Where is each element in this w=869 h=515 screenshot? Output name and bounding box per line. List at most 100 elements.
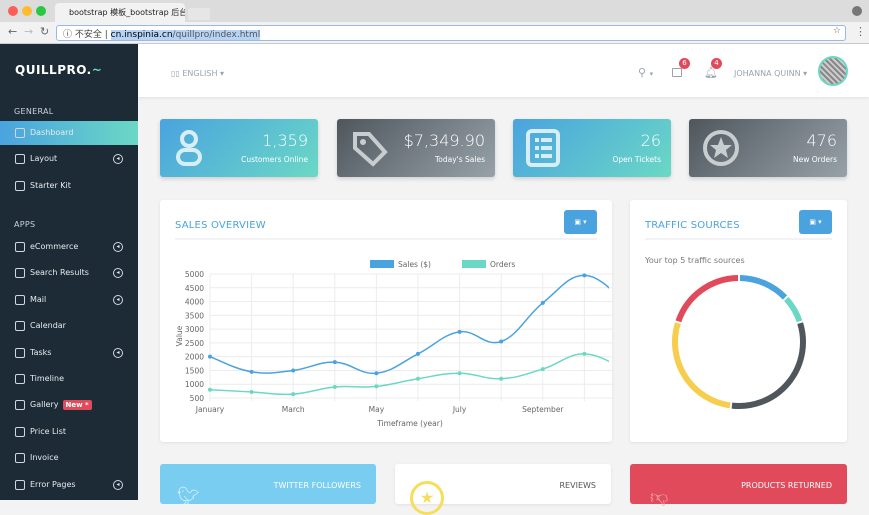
x-tick-label: July: [452, 405, 467, 414]
x-tick-label: May: [369, 405, 385, 414]
sidebar: QUILLPRO.~ GENERAL Dashboard Layout ◂ Start…: [0, 44, 138, 500]
data-point[interactable]: [374, 371, 379, 376]
calendar-dropdown-button[interactable]: ▣ ▾: [799, 210, 832, 234]
data-point[interactable]: [291, 368, 296, 373]
menu-icon[interactable]: ⋮: [855, 25, 866, 38]
sidebar-item-ecommerce[interactable]: eCommerce ◂: [0, 235, 138, 259]
y-tick-label: 3000: [185, 325, 204, 334]
y-tick-label: 4000: [185, 298, 204, 307]
stat-card-open-tickets: 26 Open Tickets: [513, 119, 671, 177]
data-point[interactable]: [416, 351, 420, 356]
stat-card-customers-online: 1,359 Customers Online: [160, 119, 318, 177]
stat-label: Today's Sales: [434, 155, 485, 164]
browser-tab-bar: bootstrap 模板_bootstrap 后台: [0, 0, 869, 22]
doughnut-segment-1[interactable]: [784, 296, 803, 323]
sidebar-item-error-pages[interactable]: Error Pages ◂: [0, 473, 138, 497]
search-icon[interactable]: ⚲ ▾: [638, 66, 653, 79]
data-point[interactable]: [416, 376, 420, 381]
doughnut-segment-2[interactable]: [731, 322, 806, 409]
reload-icon[interactable]: ↻: [40, 25, 49, 38]
data-point[interactable]: [291, 392, 296, 397]
data-point[interactable]: [540, 367, 545, 372]
profile-icon[interactable]: [852, 6, 862, 16]
data-point[interactable]: [249, 369, 254, 374]
data-point[interactable]: [208, 354, 212, 359]
maximize-window-button[interactable]: [36, 6, 46, 16]
data-point[interactable]: [332, 360, 337, 365]
ecommerce-icon: [15, 242, 25, 252]
browser-tab[interactable]: bootstrap 模板_bootstrap 后台: [55, 3, 185, 22]
data-point[interactable]: [582, 273, 587, 278]
data-point[interactable]: [332, 384, 337, 389]
sidebar-item-label: Invoice: [30, 453, 59, 463]
calendar-dropdown-button[interactable]: ▣ ▾: [564, 210, 597, 234]
messages-badge: 6: [679, 58, 690, 69]
series-line-1: [209, 353, 609, 396]
legend-label[interactable]: Sales ($): [398, 260, 431, 269]
data-point[interactable]: [457, 371, 462, 376]
doughnut-segment-0[interactable]: [739, 275, 788, 300]
sidebar-item-starter-kit[interactable]: Starter Kit: [0, 174, 138, 198]
star-icon: ★: [410, 481, 444, 515]
y-tick-label: 2500: [185, 339, 204, 348]
sidebar-item-timeline[interactable]: Timeline: [0, 367, 138, 391]
divider: [645, 238, 832, 240]
sidebar-item-label: Layout: [30, 154, 58, 164]
traffic-doughnut-chart: [672, 275, 806, 409]
data-point[interactable]: [499, 376, 504, 381]
data-point[interactable]: [582, 351, 587, 356]
sidebar-item-calendar[interactable]: Calendar: [0, 314, 138, 338]
y-axis-label: Value: [175, 325, 184, 346]
y-tick-label: 500: [190, 394, 205, 403]
data-point[interactable]: [249, 389, 254, 394]
twitter-icon: 🐦︎: [177, 486, 200, 507]
forward-icon[interactable]: →: [24, 25, 33, 38]
sidebar-item-invoice[interactable]: Invoice: [0, 446, 138, 470]
expand-arrow-icon[interactable]: ◂: [113, 242, 123, 252]
data-point[interactable]: [499, 339, 504, 344]
sidebar-item-label: Dashboard: [30, 128, 74, 137]
sidebar-item-search-results[interactable]: Search Results ◂: [0, 261, 138, 285]
sidebar-item-mail[interactable]: Mail ◂: [0, 288, 138, 312]
new-tab-button[interactable]: [188, 8, 210, 20]
url-path: /quillpro/index.html: [172, 30, 261, 40]
y-tick-label: 1500: [185, 366, 204, 375]
sidebar-item-tasks[interactable]: Tasks ◂: [0, 341, 138, 365]
sidebar-item-gallery[interactable]: Gallery New *: [0, 393, 138, 417]
expand-arrow-icon[interactable]: ◂: [113, 294, 123, 305]
legend-label[interactable]: Orders: [490, 260, 515, 269]
data-point[interactable]: [374, 384, 379, 389]
user-menu[interactable]: JOHANNA QUINN ▾: [734, 69, 807, 78]
doughnut-segment-4[interactable]: [675, 275, 739, 323]
avatar[interactable]: [818, 56, 848, 86]
doughnut-segment-3[interactable]: [672, 322, 731, 409]
sidebar-item-price-list[interactable]: Price List: [0, 420, 138, 444]
sidebar-item-layout[interactable]: Layout ◂: [0, 147, 138, 171]
legend-swatch: [370, 260, 394, 268]
x-tick-label: September: [522, 405, 564, 414]
y-tick-label: 3500: [185, 311, 204, 320]
logo[interactable]: QUILLPRO.~: [15, 63, 102, 77]
book-icon: ▯▯: [171, 69, 180, 78]
expand-arrow-icon[interactable]: ◂: [113, 347, 123, 358]
bookmark-star-icon[interactable]: ☆: [833, 26, 841, 36]
minimize-window-button[interactable]: [22, 6, 32, 16]
expand-arrow-icon[interactable]: ◂: [113, 268, 123, 279]
messages-icon[interactable]: [672, 68, 682, 77]
search-results-icon: [15, 268, 25, 279]
data-point[interactable]: [540, 300, 545, 305]
expand-arrow-icon[interactable]: ◂: [113, 479, 123, 490]
stat-card-today-s-sales: $7,349.90 Today's Sales: [337, 119, 495, 177]
error-pages-icon: [15, 479, 25, 490]
back-icon[interactable]: ←: [8, 25, 17, 38]
expand-arrow-icon[interactable]: ◂: [113, 154, 123, 165]
language-dropdown[interactable]: ▯▯ ENGLISH ▾: [171, 69, 224, 78]
data-point[interactable]: [208, 387, 212, 392]
url-input[interactable]: ⓘ 不安全 | cn.inspinia.cn/quillpro/index.ht…: [56, 25, 846, 41]
data-point[interactable]: [457, 329, 462, 334]
section-apps: APPS: [14, 220, 36, 229]
price-list-icon: [15, 426, 25, 437]
timeline-icon: [15, 374, 25, 384]
sidebar-item-dashboard[interactable]: Dashboard: [0, 121, 138, 145]
close-window-button[interactable]: [8, 6, 18, 16]
